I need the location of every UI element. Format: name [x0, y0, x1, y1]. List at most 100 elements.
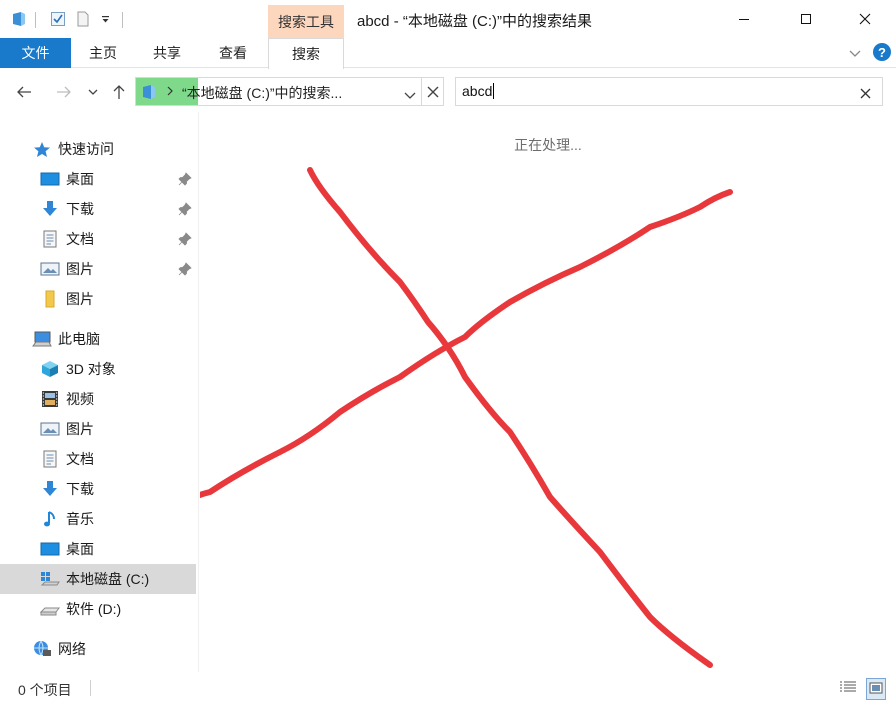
window-title: abcd - “本地磁盘 (C:)”中的搜索结果 — [357, 13, 593, 30]
search-input-value[interactable]: abcd — [462, 83, 495, 99]
sidebar-item-label: 文档 — [66, 231, 94, 247]
cube-3d-icon — [40, 360, 60, 378]
sidebar-item-label: 桌面 — [66, 171, 94, 187]
sidebar-item-documents[interactable]: 文档 — [0, 225, 196, 253]
chevron-down-icon — [88, 89, 98, 95]
status-divider — [90, 680, 91, 696]
drive-icon — [40, 600, 60, 618]
search-input[interactable]: abcd — [455, 77, 883, 106]
sidebar-item-label: 下载 — [66, 201, 94, 217]
sidebar-item-label: 图片 — [66, 421, 94, 437]
tab-file[interactable]: 文件 — [0, 38, 71, 68]
sidebar-item-software-d[interactable]: 软件 (D:) — [0, 595, 196, 623]
location-folder-icon — [142, 84, 156, 103]
close-button[interactable] — [842, 0, 888, 38]
sidebar-item-pictures-folder[interactable]: 图片 — [0, 285, 196, 313]
sidebar-item-desktop-pc[interactable]: 桌面 — [0, 535, 196, 563]
maximize-icon — [801, 14, 811, 24]
desktop-icon — [40, 540, 60, 558]
sidebar-item-label: 音乐 — [66, 511, 94, 527]
sidebar-item-label: 桌面 — [66, 541, 94, 557]
back-button[interactable] — [12, 80, 36, 104]
address-history-dropdown-icon[interactable] — [404, 87, 416, 103]
pin-icon — [178, 202, 192, 216]
sidebar-item-label: 此电脑 — [58, 331, 100, 347]
sidebar-item-this-pc[interactable]: 此电脑 — [0, 325, 196, 353]
status-bar: 0 个项目 — [0, 672, 896, 704]
sidebar-item-label: 视频 — [66, 391, 94, 407]
pin-icon — [178, 262, 192, 276]
svg-text:?: ? — [878, 45, 886, 60]
folder-app-icon — [11, 10, 27, 28]
breadcrumb[interactable]: “本地磁盘 (C:)”中的搜索... — [182, 83, 342, 103]
sidebar-item-videos[interactable]: 视频 — [0, 385, 196, 413]
sidebar-item-label: 本地磁盘 (C:) — [66, 571, 150, 587]
title-bar: 搜索工具 abcd - “本地磁盘 (C:)”中的搜索结果 — [0, 0, 896, 38]
pin-icon — [178, 232, 192, 246]
maximize-button[interactable] — [783, 0, 829, 38]
new-folder-icon[interactable] — [75, 10, 91, 28]
sidebar-item-label: 文档 — [66, 451, 94, 467]
sidebar-item-pictures[interactable]: 图片 — [0, 255, 196, 283]
help-icon[interactable]: ? — [872, 42, 892, 65]
clear-search-button[interactable] — [860, 86, 871, 102]
sidebar-item-label: 软件 (D:) — [66, 601, 122, 617]
large-icons-view-icon[interactable] — [866, 678, 886, 700]
text-caret — [493, 83, 495, 99]
red-x-annotation — [200, 167, 733, 668]
sidebar-item-pictures-pc[interactable]: 图片 — [0, 415, 196, 443]
windows-drive-icon — [40, 570, 60, 588]
address-divider — [421, 78, 422, 105]
sidebar-item-downloads[interactable]: 下载 — [0, 195, 196, 223]
sidebar-item-label: 网络 — [58, 641, 86, 657]
stop-search-button[interactable] — [427, 85, 439, 101]
up-arrow-icon — [113, 85, 125, 99]
details-view-icon[interactable] — [839, 680, 857, 697]
file-list-area[interactable]: 正在处理... — [200, 112, 896, 672]
document-icon — [40, 230, 60, 248]
sidebar-item-label: 图片 — [66, 261, 94, 277]
properties-icon[interactable] — [49, 10, 67, 28]
download-arrow-icon — [40, 480, 60, 498]
item-count: 0 个项目 — [18, 682, 72, 698]
address-bar[interactable]: “本地磁盘 (C:)”中的搜索... — [135, 77, 444, 106]
sidebar-item-label: 图片 — [66, 291, 94, 307]
sidebar-item-label: 3D 对象 — [66, 361, 116, 377]
expand-ribbon-chevron-icon[interactable] — [848, 46, 862, 63]
customize-toolbar-dropdown-icon[interactable] — [99, 10, 111, 28]
forward-button[interactable] — [52, 80, 76, 104]
close-icon — [860, 88, 871, 99]
computer-icon — [32, 330, 52, 348]
close-icon — [859, 13, 871, 25]
tab-share[interactable]: 共享 — [146, 38, 188, 68]
document-icon — [40, 450, 60, 468]
back-arrow-icon — [17, 86, 31, 98]
up-button[interactable] — [108, 80, 130, 104]
minimize-button[interactable] — [721, 0, 767, 38]
tab-view[interactable]: 查看 — [212, 38, 254, 68]
film-strip-icon — [40, 390, 60, 408]
sidebar-item-desktop[interactable]: 桌面 — [0, 165, 196, 193]
sidebar-item-downloads-pc[interactable]: 下载 — [0, 475, 196, 503]
pictures-icon — [40, 420, 60, 438]
pictures-icon — [40, 260, 60, 278]
forward-arrow-icon — [57, 86, 71, 98]
tab-search[interactable]: 搜索 — [268, 38, 344, 69]
sidebar-item-music[interactable]: 音乐 — [0, 505, 196, 533]
sidebar-item-quick-access[interactable]: 快速访问 — [0, 135, 196, 163]
recent-locations-button[interactable] — [84, 80, 102, 104]
download-arrow-icon — [40, 200, 60, 218]
pin-icon — [178, 172, 192, 186]
music-note-icon — [40, 510, 60, 528]
tab-home[interactable]: 主页 — [82, 38, 124, 68]
sidebar-item-documents-pc[interactable]: 文档 — [0, 445, 196, 473]
sidebar-item-local-disk-c[interactable]: 本地磁盘 (C:) — [0, 564, 196, 594]
search-tools-context-label: 搜索工具 — [268, 5, 344, 38]
address-row: “本地磁盘 (C:)”中的搜索... abcd — [0, 72, 896, 112]
toolbar-divider — [122, 12, 123, 28]
sidebar-item-3d-objects[interactable]: 3D 对象 — [0, 355, 196, 383]
close-icon — [427, 86, 439, 98]
folder-icon — [40, 290, 60, 308]
sidebar-item-network[interactable]: 网络 — [0, 635, 196, 663]
breadcrumb-chevron-icon[interactable] — [166, 84, 174, 100]
